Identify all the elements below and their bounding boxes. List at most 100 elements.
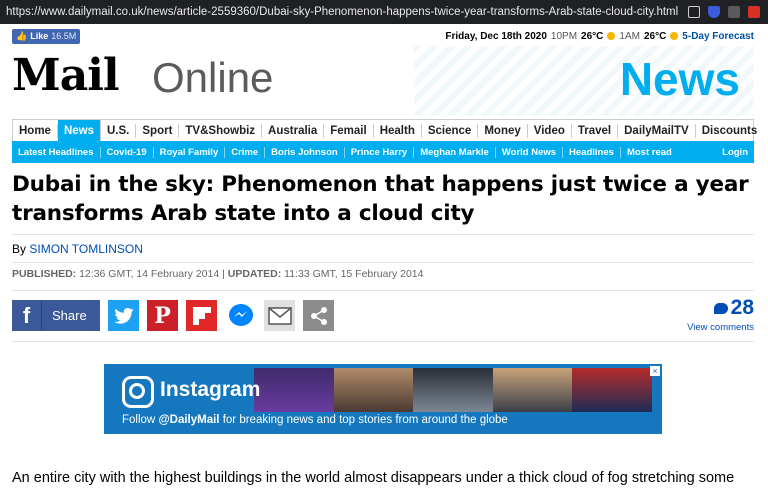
instagram-brand: Instagram: [160, 378, 261, 401]
twitter-icon: [113, 307, 134, 324]
instagram-icon: [122, 376, 154, 408]
nav-item-discounts[interactable]: Discounts: [696, 124, 764, 138]
nav-item-u-s-[interactable]: U.S.: [101, 123, 137, 138]
primary-nav: Home News U.S. Sport TV&Showbiz Australia Fema…: [12, 119, 757, 142]
nav-item-health[interactable]: Health: [374, 123, 422, 138]
nav-item-dailymailtv[interactable]: DailyMailTV: [618, 123, 696, 138]
weather-time-2: 1AM: [619, 30, 640, 42]
subnav-item-headlines[interactable]: Headlines: [563, 146, 621, 158]
updated-label: UPDATED:: [227, 268, 282, 280]
published-label: PUBLISHED:: [12, 268, 77, 280]
twitter-share-button[interactable]: [108, 300, 139, 331]
sun-icon: [670, 32, 679, 40]
divider: [12, 262, 754, 263]
comment-count: 28: [730, 296, 754, 319]
weather-temp-2: 26°C: [643, 30, 667, 42]
weather-time-1: 10PM: [550, 30, 578, 42]
record-icon[interactable]: [748, 6, 760, 18]
subnav-item-world-news[interactable]: World News: [496, 146, 564, 158]
share-bar: f Share P: [12, 300, 334, 331]
subnav-item-royal-family[interactable]: Royal Family: [154, 146, 226, 158]
byline-prefix: By: [12, 242, 27, 256]
puzzle-icon[interactable]: [728, 6, 740, 18]
forecast-link[interactable]: 5-Day Forecast: [682, 31, 754, 42]
messenger-share-button[interactable]: [225, 300, 256, 331]
nav-item-video[interactable]: Video: [528, 123, 572, 138]
subnav-item-prince-harry[interactable]: Prince Harry: [345, 146, 415, 158]
more-share-button[interactable]: [303, 300, 334, 331]
banner-photo: [492, 368, 573, 412]
instagram-handle: @DailyMail: [158, 414, 220, 426]
flipboard-share-button[interactable]: [186, 300, 217, 331]
banner-photo: [413, 368, 493, 412]
tagline-prefix: Follow: [122, 414, 156, 426]
pinterest-icon: P: [154, 302, 171, 329]
sun-icon: [607, 32, 616, 40]
secondary-nav: Latest Headlines Covid-19 Royal Family Crim…: [12, 141, 754, 163]
banner-photo: [572, 368, 652, 412]
pinterest-share-button[interactable]: P: [147, 300, 178, 331]
divider: [12, 234, 754, 235]
published-date: 12:36 GMT, 14 February 2014: [79, 268, 220, 280]
shield-icon[interactable]: [708, 6, 720, 18]
thumbs-up-icon: 👍: [16, 30, 28, 41]
subnav-item-covid-19[interactable]: Covid-19: [101, 146, 154, 158]
comment-bubble-icon: [713, 302, 728, 314]
facebook-like-button[interactable]: 👍 Like 16.5M: [12, 28, 81, 44]
updated-date: 11:33 GMT, 15 February 2014: [284, 268, 424, 280]
banner-photo: [254, 368, 334, 412]
section-title: News: [619, 53, 740, 105]
banner-photo: [333, 368, 414, 412]
weather-temp-1: 26°C: [581, 30, 604, 42]
envelope-icon: [267, 306, 292, 325]
share-icon: [310, 306, 327, 325]
nav-item-sport[interactable]: Sport: [136, 123, 180, 138]
banner-photo-strip: [254, 368, 652, 412]
nav-item-australia[interactable]: Australia: [262, 123, 325, 138]
subnav-item-crime[interactable]: Crime: [225, 146, 266, 158]
nav-item-femail[interactable]: Femail: [324, 123, 374, 138]
subnav-item-boris-johnson[interactable]: Boris Johnson: [265, 146, 345, 158]
banner-tagline: Follow @DailyMail for breaking news and …: [122, 414, 508, 426]
article-body-first-line: An entire city with the highest building…: [12, 470, 735, 486]
article-dates: PUBLISHED: 12:36 GMT, 14 February 2014 |…: [12, 268, 423, 280]
current-date: Friday, Dec 18th 2020: [445, 30, 547, 42]
nav-item-money[interactable]: Money: [478, 123, 528, 138]
date-weather: Friday, Dec 18th 2020 10PM 26°C 1AM 26°C…: [445, 31, 754, 42]
logo-online[interactable]: Online: [152, 54, 273, 102]
instagram-promo-banner[interactable]: Instagram Follow @DailyMail for breaking…: [104, 364, 662, 434]
camera-icon[interactable]: [688, 6, 700, 18]
like-label: Like: [30, 31, 49, 41]
author-link[interactable]: SIMON TOMLINSON: [29, 242, 143, 256]
tagline-rest: for breaking news and top stories from a…: [222, 414, 508, 426]
close-icon[interactable]: ×: [650, 366, 660, 376]
divider: [12, 341, 754, 342]
view-comments-label[interactable]: View comments: [687, 322, 754, 333]
browser-address-bar[interactable]: https://www.dailymail.co.uk/news/article…: [0, 0, 768, 24]
byline: By SIMON TOMLINSON: [12, 242, 143, 256]
like-count: 16.5M: [51, 31, 77, 41]
divider: [12, 290, 754, 291]
nav-item-home[interactable]: Home: [13, 123, 58, 138]
article-headline: Dubai in the sky: Phenomenon that happen…: [12, 172, 749, 226]
facebook-share-button[interactable]: f Share: [12, 300, 100, 331]
nav-item-travel[interactable]: Travel: [572, 123, 619, 138]
masthead: Mail Online News: [12, 46, 754, 116]
facebook-share-label: Share: [52, 308, 87, 323]
date-separator: |: [222, 268, 225, 280]
logo-mail[interactable]: Mail: [12, 50, 120, 101]
url-text[interactable]: https://www.dailymail.co.uk/news/article…: [0, 6, 688, 18]
messenger-icon: [228, 303, 253, 326]
comments-link[interactable]: 28 View comments: [687, 296, 754, 333]
flipboard-icon: [192, 306, 211, 325]
nav-item-news[interactable]: News: [57, 119, 101, 142]
subnav-item-most-read[interactable]: Most read: [621, 147, 678, 158]
login-link[interactable]: Login: [716, 147, 754, 158]
email-share-button[interactable]: [264, 300, 295, 331]
top-strip: 👍 Like 16.5M Friday, Dec 18th 2020 10PM …: [12, 28, 754, 44]
nav-item-tv-showbiz[interactable]: TV&Showbiz: [179, 123, 263, 138]
nav-item-science[interactable]: Science: [422, 123, 479, 138]
facebook-icon: f: [12, 300, 42, 331]
subnav-item-meghan-markle[interactable]: Meghan Markle: [414, 146, 496, 158]
subnav-item-latest-headlines[interactable]: Latest Headlines: [12, 146, 101, 158]
